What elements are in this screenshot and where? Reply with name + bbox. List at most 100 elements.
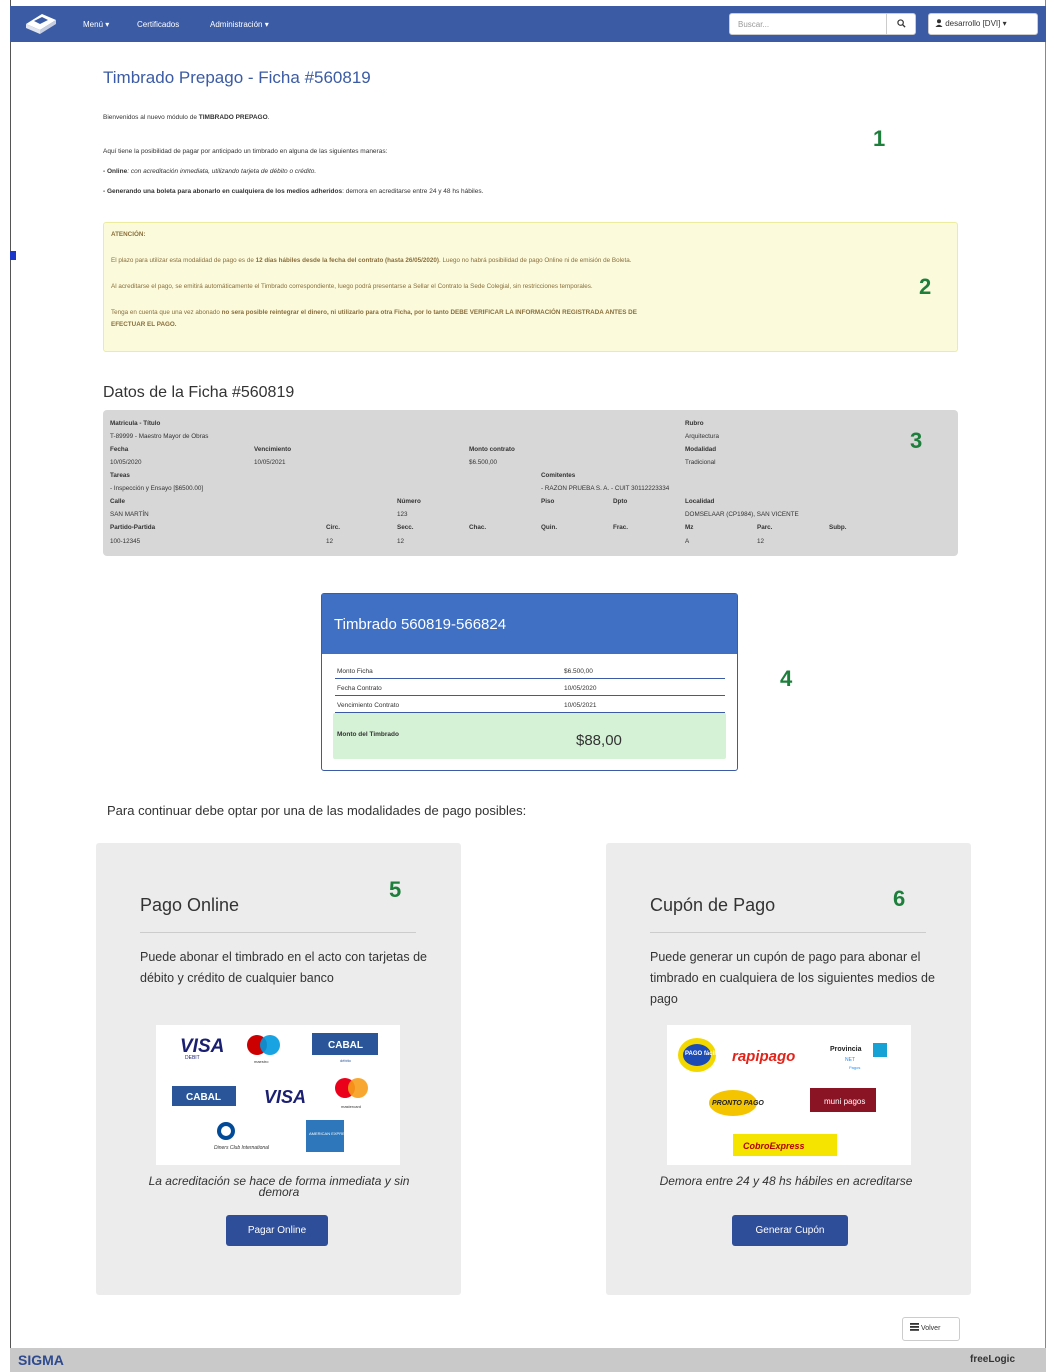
piso-label: Piso <box>541 498 555 505</box>
timbrado-row: Fecha Contrato 10/05/2020 <box>335 680 725 696</box>
row-value: $6.500,00 <box>564 668 593 675</box>
monto-timbrado-value: $88,00 <box>576 732 622 749</box>
marker-3: 3 <box>910 428 923 453</box>
timbrado-row: Monto Ficha $6.500,00 <box>335 663 725 679</box>
card-brands-icon: VISA DEBIT maestro CABAL débito CABAL VI… <box>172 1033 378 1152</box>
pagar-online-button[interactable]: Pagar Online <box>226 1215 328 1246</box>
vencimiento-label: Vencimiento <box>254 446 292 453</box>
attention-alert: ATENCIÓN: El plazo para utilizar esta mo… <box>103 222 958 352</box>
partido-label: Partido-Partida <box>110 524 156 531</box>
nav-administracion[interactable]: Administración ▾ <box>210 20 269 29</box>
svg-text:CABAL: CABAL <box>186 1092 221 1103</box>
alert-title: ATENCIÓN: <box>111 231 146 238</box>
rubro-label: Rubro <box>685 420 704 427</box>
svg-text:PAGO fácil: PAGO fácil <box>685 1051 716 1057</box>
pago-online-desc: Puede abonar el timbrado en el acto con … <box>140 950 427 985</box>
freelogic-logo: freeLogic <box>970 1354 1016 1365</box>
alert-paragraph-2: Al acreditarse el pago, se emitirá autom… <box>111 283 593 290</box>
localidad-label: Localidad <box>685 498 715 505</box>
user-name: desarrollo [DVI] ▾ <box>945 19 1007 28</box>
divider <box>650 932 926 933</box>
generar-cupon-button[interactable]: Generar Cupón <box>732 1215 848 1246</box>
pago-online-note: La acreditación se hace de forma inmedia… <box>148 1174 410 1199</box>
footer: SIGMA freeLogic <box>10 1348 1046 1372</box>
marker-1: 1 <box>873 126 886 151</box>
modalidad-label: Modalidad <box>685 446 717 453</box>
row-value: 10/05/2020 <box>564 685 597 692</box>
chac-label: Chac. <box>469 524 487 531</box>
cupon-pago-desc: Puede generar un cupón de pago para abon… <box>650 950 935 1006</box>
calle-value: SAN MARTÍN <box>110 511 149 518</box>
ficha-data-panel: Matricula - Título T-89999 - Maestro May… <box>103 410 958 556</box>
user-menu-button[interactable]: desarrollo [DVI] ▾ <box>928 13 1038 35</box>
localidad-value: DOMSELAAR (CP1984), SAN VICENTE <box>685 511 799 518</box>
alert-paragraph-3-cont: EFECTUAR EL PAGO. <box>111 321 177 328</box>
sigma-logo: SIGMA <box>18 1352 64 1368</box>
marker-2: 2 <box>919 274 932 299</box>
svg-text:VISA: VISA <box>180 1036 224 1057</box>
comitentes-label: Comitentes <box>541 472 576 479</box>
monto-contrato-label: Monto contrato <box>469 446 515 453</box>
tareas-value: - Inspección y Ensayo [$6500.00] <box>110 485 204 492</box>
row-label: Fecha Contrato <box>337 685 382 692</box>
side-marker <box>10 251 16 260</box>
alert-paragraph-1: El plazo para utilizar esta modalidad de… <box>111 257 632 264</box>
circ-value: 12 <box>326 538 334 545</box>
volver-label: Volver <box>920 1325 941 1332</box>
svg-text:PRONTO PAGO: PRONTO PAGO <box>712 1100 764 1107</box>
boleta-option-text: - Generando una boleta para abonarlo en … <box>103 188 484 195</box>
monto-contrato-value: $6.500,00 <box>469 459 498 466</box>
svg-text:CABAL: CABAL <box>328 1040 363 1051</box>
pago-online-title: Pago Online <box>140 895 240 915</box>
pago-online-panel: Pago Online 5 Puede abonar el timbrado e… <box>96 843 461 1295</box>
partido-value: 100-12345 <box>110 538 141 545</box>
online-option-text: - Online: con acreditación inmediata, ut… <box>103 168 317 175</box>
volver-button[interactable]: Volver <box>902 1317 960 1341</box>
fecha-value: 10/05/2020 <box>110 459 142 466</box>
divider <box>140 932 416 933</box>
svg-text:CobroExpress: CobroExpress <box>743 1141 805 1151</box>
cupon-pago-panel: Cupón de Pago 6 Puede generar un cupón d… <box>606 843 971 1295</box>
svg-text:AMERICAN EXPRESS: AMERICAN EXPRESS <box>309 1131 350 1136</box>
fecha-label: Fecha <box>110 446 129 453</box>
list-icon <box>910 1323 919 1331</box>
circ-label: Circ. <box>326 524 340 531</box>
marker-5: 5 <box>389 877 402 902</box>
search-input[interactable]: Buscar... <box>729 13 887 35</box>
parc-value: 12 <box>757 538 765 545</box>
intro-text: Bienvenidos al nuevo módulo de TIMBRADO … <box>103 114 270 121</box>
row-label: Vencimiento Contrato <box>337 702 400 709</box>
mz-label: Mz <box>685 524 694 531</box>
user-icon <box>935 19 943 27</box>
svg-text:mastercard: mastercard <box>341 1104 361 1109</box>
rubro-value: Arquitectura <box>685 433 719 440</box>
secc-label: Secc. <box>397 524 414 531</box>
payment-networks-icon: PAGO fácil rapipago Provincia NET Pagos … <box>678 1038 887 1156</box>
matricula-label: Matricula - Título <box>110 420 161 427</box>
svg-text:Diners Club International: Diners Club International <box>214 1145 270 1151</box>
frac-label: Frac. <box>613 524 629 531</box>
comitentes-value: - RAZON PRUEBA S. A. - CUIT 30112223334 <box>541 485 670 492</box>
page-title: Timbrado Prepago - Ficha #560819 <box>103 68 371 87</box>
magnifier-icon <box>896 19 906 28</box>
timbrado-title: Timbrado 560819-566824 <box>322 594 737 654</box>
mz-value: A <box>685 538 690 545</box>
svg-text:DEBIT: DEBIT <box>185 1055 200 1061</box>
svg-text:Provincia: Provincia <box>830 1046 862 1053</box>
numero-label: Número <box>397 498 421 505</box>
nav-menu[interactable]: Menú ▾ <box>83 20 109 29</box>
numero-value: 123 <box>397 511 408 518</box>
subp-label: Subp. <box>829 524 847 531</box>
search-button[interactable] <box>886 13 916 35</box>
calle-label: Calle <box>110 498 126 505</box>
svg-text:rapipago: rapipago <box>732 1048 795 1065</box>
timbrado-row: Vencimiento Contrato 10/05/2021 <box>335 697 725 713</box>
nav-certificados[interactable]: Certificados <box>137 20 179 29</box>
app-logo-icon[interactable] <box>24 10 58 36</box>
marker-6: 6 <box>893 886 906 911</box>
svg-text:muni pagos: muni pagos <box>824 1097 865 1106</box>
cupon-pago-note: Demora entre 24 y 48 hs hábiles en acred… <box>659 1174 913 1188</box>
card-logos: VISA DEBIT maestro CABAL débito CABAL VI… <box>156 1025 400 1165</box>
quin-label: Quin. <box>541 524 558 531</box>
monto-timbrado-box: Monto del Timbrado $88,00 <box>333 713 726 759</box>
